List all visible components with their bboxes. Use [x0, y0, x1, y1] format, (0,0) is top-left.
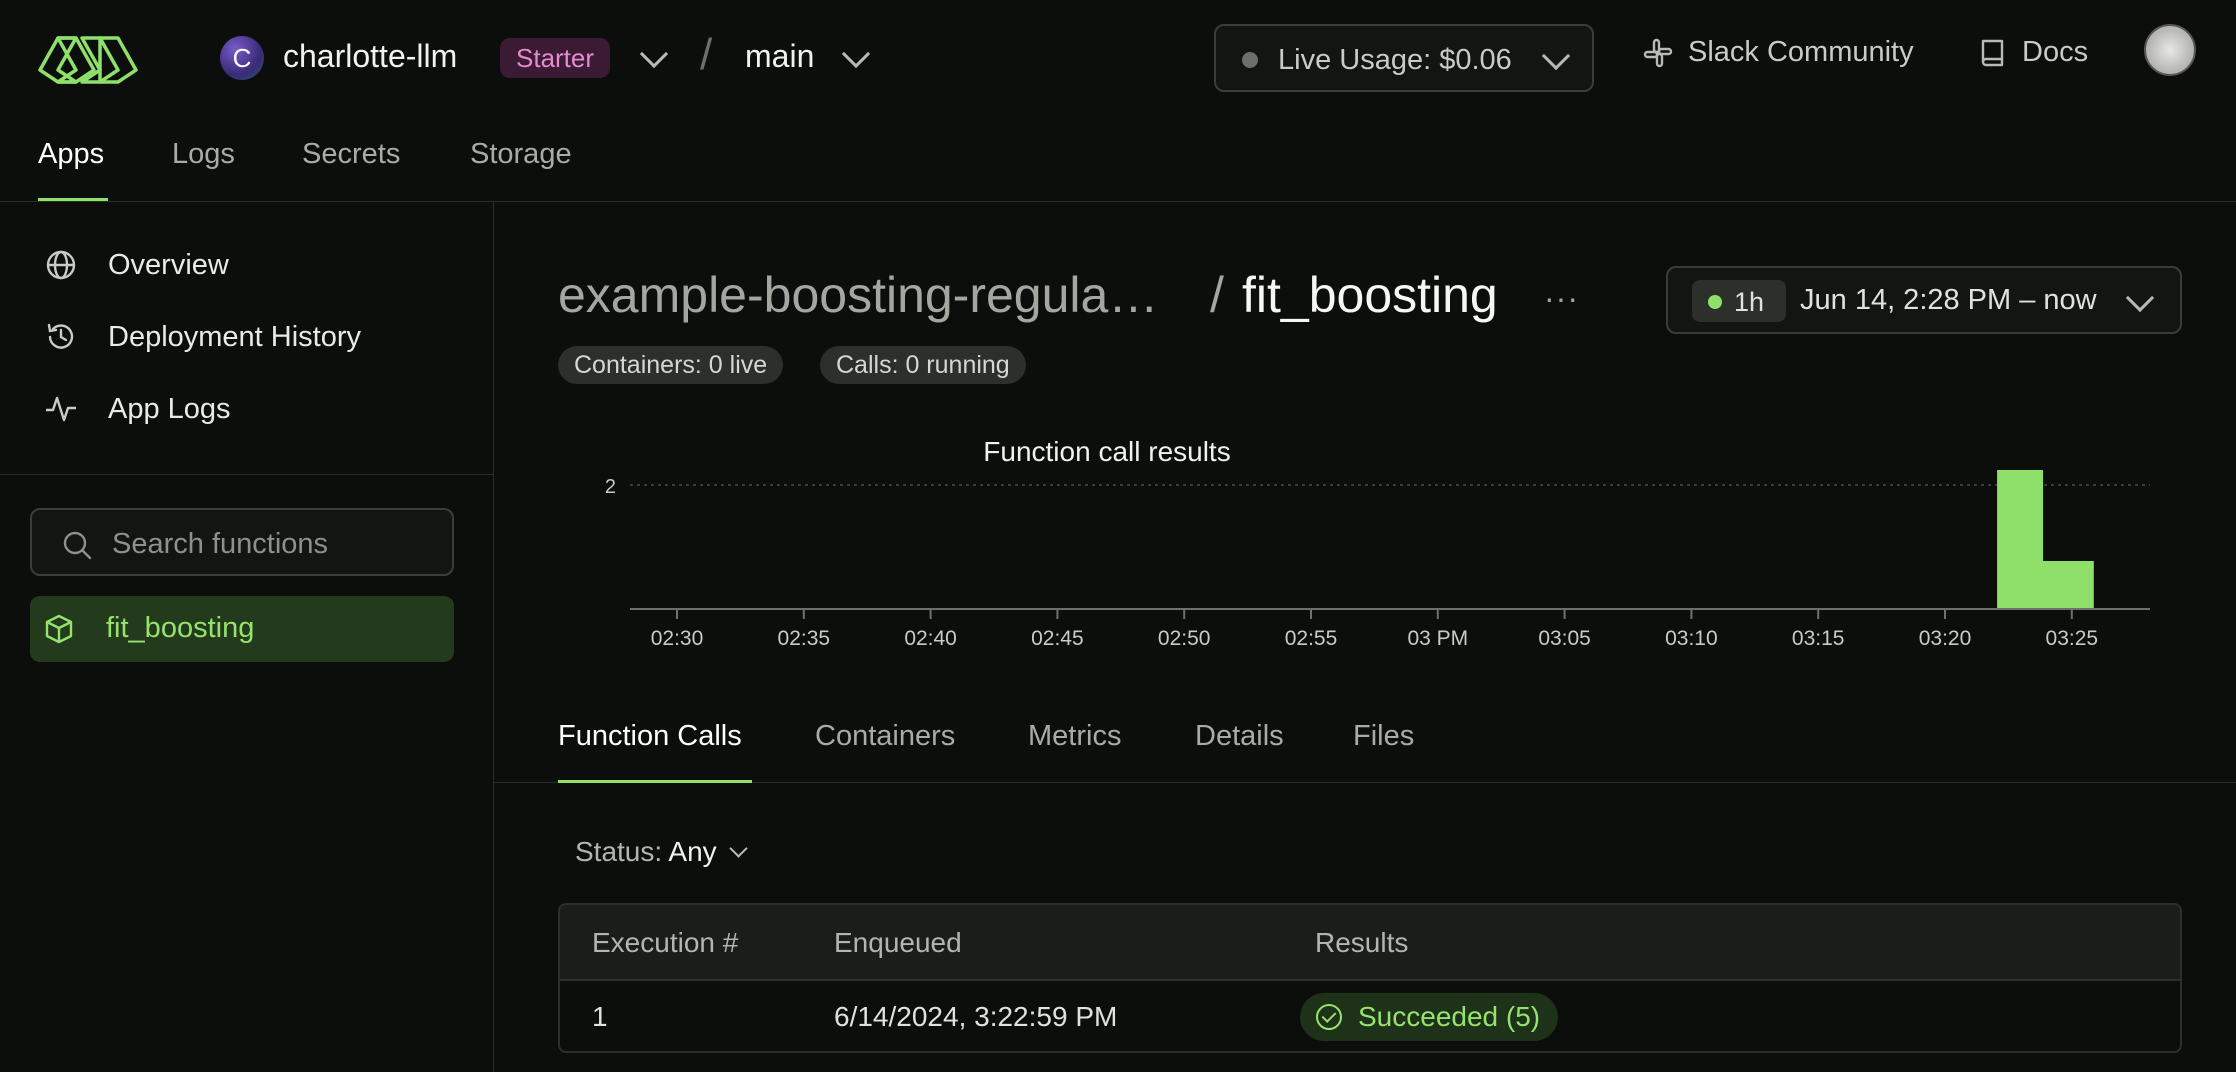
status-dot-icon	[1242, 52, 1258, 68]
more-options-icon[interactable]: ···	[1544, 280, 1579, 317]
function-title: fit_boosting	[1242, 267, 1498, 323]
environment-chevron-down-icon[interactable]	[841, 39, 871, 69]
workspace-chevron-down-icon[interactable]	[639, 39, 669, 69]
x-tick-label: 03 PM	[1407, 627, 1468, 650]
sidebar: Overview Deployment History App Logs Sea…	[0, 202, 494, 1072]
calls-status-pill: Calls: 0 running	[820, 346, 1026, 384]
x-tick-label: 03:10	[1665, 627, 1718, 650]
column-header-results[interactable]: Results	[1315, 927, 1408, 959]
x-tick-label: 03:25	[2046, 627, 2099, 650]
function-call-results-chart: 2 02:30 02:35 02:40 02:45 02:50 02:55 03 PM 03:0…	[605, 470, 2150, 650]
containers-status-pill: Containers: 0 live	[558, 346, 784, 384]
workspace-name[interactable]: charlotte-llm	[283, 38, 457, 75]
active-tab-indicator	[38, 198, 108, 201]
slack-community-label: Slack Community	[1688, 36, 1914, 68]
tab-details[interactable]: Details	[1195, 720, 1284, 753]
function-item-fit-boosting[interactable]: fit_boosting	[30, 596, 454, 662]
column-header-execution[interactable]: Execution #	[592, 927, 738, 959]
search-placeholder: Search functions	[112, 528, 329, 560]
top-header: C charlotte-llm Starter / main Live Usag…	[0, 0, 2236, 202]
time-range-label: Jun 14, 2:28 PM – now	[1800, 284, 2097, 316]
sidebar-item-label: Deployment History	[108, 320, 362, 353]
tab-secrets[interactable]: Secrets	[302, 138, 400, 171]
tab-storage[interactable]: Storage	[470, 138, 572, 171]
activity-icon	[46, 396, 76, 422]
table-header: Execution # Enqueued Results	[560, 905, 2180, 981]
breadcrumb-separator: /	[700, 30, 713, 79]
x-tick-label: 03:05	[1538, 627, 1591, 650]
search-icon	[63, 531, 92, 560]
x-tick-label: 03:15	[1792, 627, 1845, 650]
x-tick-label: 02:55	[1285, 627, 1338, 650]
sidebar-item-overview[interactable]: Overview	[44, 248, 229, 282]
x-tick-label: 03:20	[1919, 627, 1972, 650]
book-icon	[1981, 39, 2004, 66]
tabs-divider	[494, 782, 2236, 783]
tab-apps[interactable]: Apps	[38, 138, 104, 171]
status-filter-label: Status:	[575, 836, 663, 867]
time-range-chip-label: 1h	[1734, 287, 1765, 317]
function-item-label: fit_boosting	[106, 612, 255, 644]
cube-icon	[45, 614, 73, 644]
plan-badge: Starter	[500, 38, 611, 78]
check-circle-icon	[1316, 1004, 1342, 1030]
slack-icon	[1643, 38, 1673, 67]
tab-containers[interactable]: Containers	[815, 720, 955, 753]
live-usage-button[interactable]: Live Usage: $0.06	[1214, 24, 1594, 92]
function-calls-table: Execution # Enqueued Results 1 6/14/2024…	[558, 903, 2182, 1053]
cell-enqueued: 6/14/2024, 3:22:59 PM	[834, 1001, 1118, 1032]
tab-logs[interactable]: Logs	[172, 138, 235, 171]
tab-files[interactable]: Files	[1353, 720, 1414, 753]
tab-metrics[interactable]: Metrics	[1028, 720, 1121, 753]
sidebar-item-app-logs[interactable]: App Logs	[44, 392, 231, 426]
search-functions-input[interactable]: Search functions	[30, 508, 454, 576]
chevron-down-icon	[2125, 283, 2155, 313]
sidebar-item-deployment-history[interactable]: Deployment History	[44, 320, 361, 354]
title-separator: /	[1210, 267, 1224, 323]
status-filter-dropdown[interactable]: Status: Any	[575, 836, 749, 868]
slack-community-link[interactable]: Slack Community	[1642, 36, 1914, 69]
x-tick-label: 02:30	[651, 627, 704, 650]
sidebar-divider	[0, 474, 494, 475]
docs-link[interactable]: Docs	[1978, 36, 2088, 69]
user-avatar[interactable]	[2144, 24, 2196, 76]
column-header-enqueued[interactable]: Enqueued	[834, 927, 962, 959]
docs-label: Docs	[2022, 36, 2089, 68]
status-badge: Succeeded (5)	[1300, 993, 1559, 1041]
live-usage-label: Live Usage: $0.06	[1278, 44, 1512, 76]
y-tick-label: 2	[605, 476, 616, 498]
app-name-breadcrumb[interactable]: example-boosting-regula…	[558, 266, 1158, 324]
cell-execution: 1	[592, 1001, 608, 1032]
active-tab-indicator	[558, 780, 752, 783]
chevron-down-icon	[729, 839, 749, 858]
x-tick-label: 02:35	[778, 627, 831, 650]
x-tick-label: 02:50	[1158, 627, 1211, 650]
status-badge-label: Succeeded (5)	[1358, 1001, 1541, 1032]
live-dot-icon	[1708, 295, 1722, 309]
globe-icon	[46, 250, 76, 280]
sidebar-item-label: App Logs	[108, 392, 231, 425]
sidebar-item-label: Overview	[108, 248, 229, 281]
environment-name[interactable]: main	[745, 38, 814, 75]
x-tick-label: 02:40	[904, 627, 957, 650]
time-range-chip: 1h	[1692, 280, 1786, 322]
x-tick-label: 02:45	[1031, 627, 1084, 650]
status-filter-value: Any	[668, 836, 717, 867]
bar	[2047, 561, 2094, 609]
tab-function-calls[interactable]: Function Calls	[558, 720, 742, 753]
time-range-selector[interactable]: 1h Jun 14, 2:28 PM – now	[1666, 266, 2182, 334]
chevron-down-icon	[1541, 41, 1571, 71]
logo-icon[interactable]	[38, 30, 138, 86]
history-icon	[47, 323, 74, 349]
workspace-avatar[interactable]: C	[220, 36, 264, 80]
chart-title: Function call results	[983, 436, 1231, 467]
